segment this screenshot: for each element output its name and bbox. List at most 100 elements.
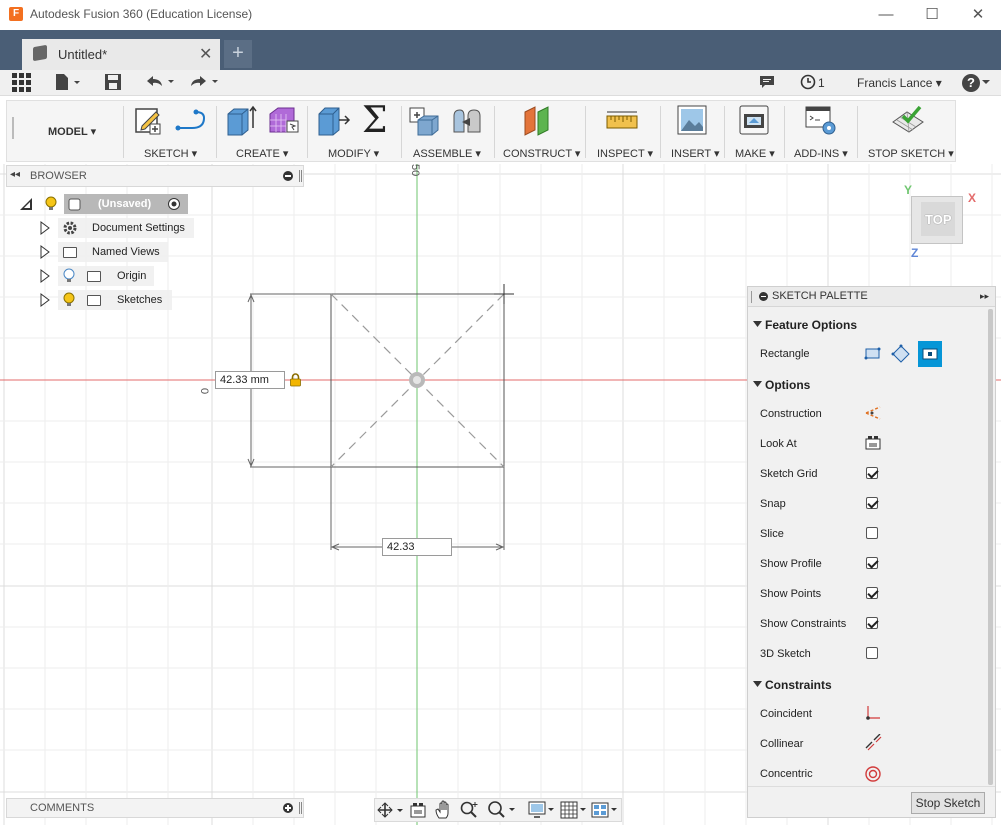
show-points-checkbox[interactable] (866, 587, 878, 599)
pan-hand-icon[interactable] (434, 800, 452, 820)
palette-expand-icon[interactable]: ▸▸ (980, 291, 989, 302)
ribbon-group-create[interactable]: CREATE ▾ (236, 147, 288, 160)
zoom-icon[interactable] (459, 800, 479, 820)
close-tab-icon[interactable]: ✕ (199, 44, 212, 64)
browser-minimize-icon[interactable] (283, 171, 293, 181)
tree-item-label: Sketches (117, 294, 163, 306)
look-at-nav-icon[interactable] (410, 801, 426, 819)
coincident-icon[interactable] (864, 704, 882, 722)
notifications-icon[interactable] (759, 75, 775, 89)
new-component-icon[interactable] (408, 104, 442, 136)
new-tab-button[interactable]: + (224, 40, 252, 68)
insert-canvas-image-icon[interactable] (676, 104, 708, 136)
help-icon[interactable]: ? (962, 74, 980, 92)
two-point-rectangle-icon[interactable] (864, 346, 882, 362)
palette-minimize-icon[interactable] (759, 292, 768, 301)
scripts-addins-icon[interactable] (804, 104, 838, 136)
snap-checkbox[interactable] (866, 497, 878, 509)
folder-icon (87, 271, 101, 282)
visibility-bulb-off-icon[interactable] (63, 268, 75, 284)
close-button[interactable]: ✕ (963, 4, 993, 26)
stop-sketch-icon[interactable] (891, 104, 925, 136)
section-collapse-icon[interactable] (753, 380, 762, 388)
joint-icon[interactable] (450, 106, 484, 134)
add-comment-icon[interactable] (283, 803, 293, 813)
display-settings-icon[interactable] (528, 800, 556, 820)
ribbon-group-add-ins[interactable]: ADD-INS ▾ (794, 147, 848, 160)
ribbon-group-insert[interactable]: INSERT ▾ (671, 147, 720, 160)
sketch-grid-checkbox[interactable] (866, 467, 878, 479)
ribbon-group-make[interactable]: MAKE ▾ (735, 147, 775, 160)
activate-radio-icon[interactable] (167, 197, 181, 211)
tab-label: Untitled* (58, 47, 108, 62)
rectangle-label: Rectangle (760, 348, 810, 360)
tab-untitled[interactable] (22, 39, 220, 70)
extrude-icon[interactable] (226, 104, 258, 136)
minimize-button[interactable]: — (871, 4, 901, 26)
view-cube-x-label: X (968, 191, 977, 205)
ribbon-group-modify[interactable]: MODIFY ▾ (328, 147, 379, 160)
section-options[interactable]: Options (765, 378, 810, 392)
section-feature-options[interactable]: Feature Options (765, 318, 857, 332)
measure-ruler-icon[interactable] (606, 110, 638, 132)
create-sketch-icon[interactable] (134, 106, 164, 136)
data-panel-grid-icon[interactable] (12, 73, 31, 92)
file-menu-icon[interactable] (54, 73, 82, 91)
concentric-icon[interactable] (864, 765, 882, 783)
horizontal-dimension-input[interactable]: 42.33 (382, 538, 452, 556)
job-status-clock-icon[interactable] (800, 74, 816, 90)
form-tspline-icon[interactable] (266, 104, 300, 136)
visibility-bulb-icon[interactable] (63, 292, 75, 308)
visibility-bulb-icon[interactable] (45, 196, 57, 212)
line-tool-icon[interactable] (174, 106, 210, 136)
window-title: Autodesk Fusion 360 (Education License) (30, 7, 253, 21)
ribbon-divider (307, 106, 308, 158)
user-account-menu[interactable]: Francis Lance ▾ (857, 76, 942, 90)
look-at-icon[interactable] (864, 435, 882, 451)
ribbon-group-sketch[interactable]: SKETCH ▾ (144, 147, 197, 160)
tree-collapse-icon[interactable] (20, 197, 34, 211)
gear-icon (63, 221, 77, 235)
show-constraints-checkbox[interactable] (866, 617, 878, 629)
center-rectangle-button[interactable] (918, 341, 942, 367)
maximize-button[interactable]: ☐ (917, 4, 947, 26)
section-collapse-icon[interactable] (753, 680, 762, 688)
stop-sketch-button[interactable]: Stop Sketch (911, 792, 985, 814)
3d-print-icon[interactable] (738, 104, 770, 136)
show-profile-checkbox[interactable] (866, 557, 878, 569)
ribbon-group-construct[interactable]: CONSTRUCT ▾ (503, 147, 580, 160)
3d-sketch-checkbox[interactable] (866, 647, 878, 659)
collinear-icon[interactable] (864, 734, 882, 752)
palette-scrollbar[interactable] (988, 309, 993, 785)
construction-toggle-icon[interactable] (864, 405, 882, 421)
palette-grip[interactable] (751, 291, 753, 303)
tree-expand-icon[interactable] (40, 269, 50, 283)
redo-icon[interactable] (188, 74, 220, 90)
undo-icon[interactable] (144, 74, 176, 90)
viewports-icon[interactable] (591, 800, 619, 820)
tree-expand-icon[interactable] (40, 293, 50, 307)
tree-expand-icon[interactable] (40, 221, 50, 235)
dimension-lock-icon[interactable] (289, 373, 302, 387)
slice-checkbox[interactable] (866, 527, 878, 539)
comments-pin-icon[interactable] (299, 802, 302, 814)
workspace-switcher[interactable]: MODEL ▾ (48, 125, 96, 138)
browser-pin-icon[interactable] (299, 170, 302, 182)
fit-zoom-window-icon[interactable] (486, 800, 518, 820)
ribbon-group-assemble[interactable]: ASSEMBLE ▾ (413, 147, 481, 160)
orbit-icon[interactable] (376, 801, 404, 819)
offset-plane-icon[interactable] (522, 104, 556, 136)
press-pull-icon[interactable] (317, 104, 351, 136)
tree-expand-icon[interactable] (40, 245, 50, 259)
save-icon[interactable] (104, 73, 122, 91)
help-dropdown-icon[interactable] (982, 80, 990, 86)
ribbon-group-inspect[interactable]: INSPECT ▾ (597, 147, 653, 160)
three-point-rectangle-icon[interactable] (891, 344, 911, 364)
section-collapse-icon[interactable] (753, 320, 762, 328)
ribbon-group-stop-sketch[interactable]: STOP SKETCH ▾ (868, 147, 954, 160)
grid-and-snaps-icon[interactable] (560, 800, 588, 820)
browser-collapse-icon[interactable]: ◂◂ (10, 169, 20, 180)
vertical-dimension-input[interactable]: 42.33 mm (215, 371, 285, 389)
compute-sigma-icon[interactable]: Σ (362, 100, 387, 141)
section-constraints[interactable]: Constraints (765, 678, 832, 692)
